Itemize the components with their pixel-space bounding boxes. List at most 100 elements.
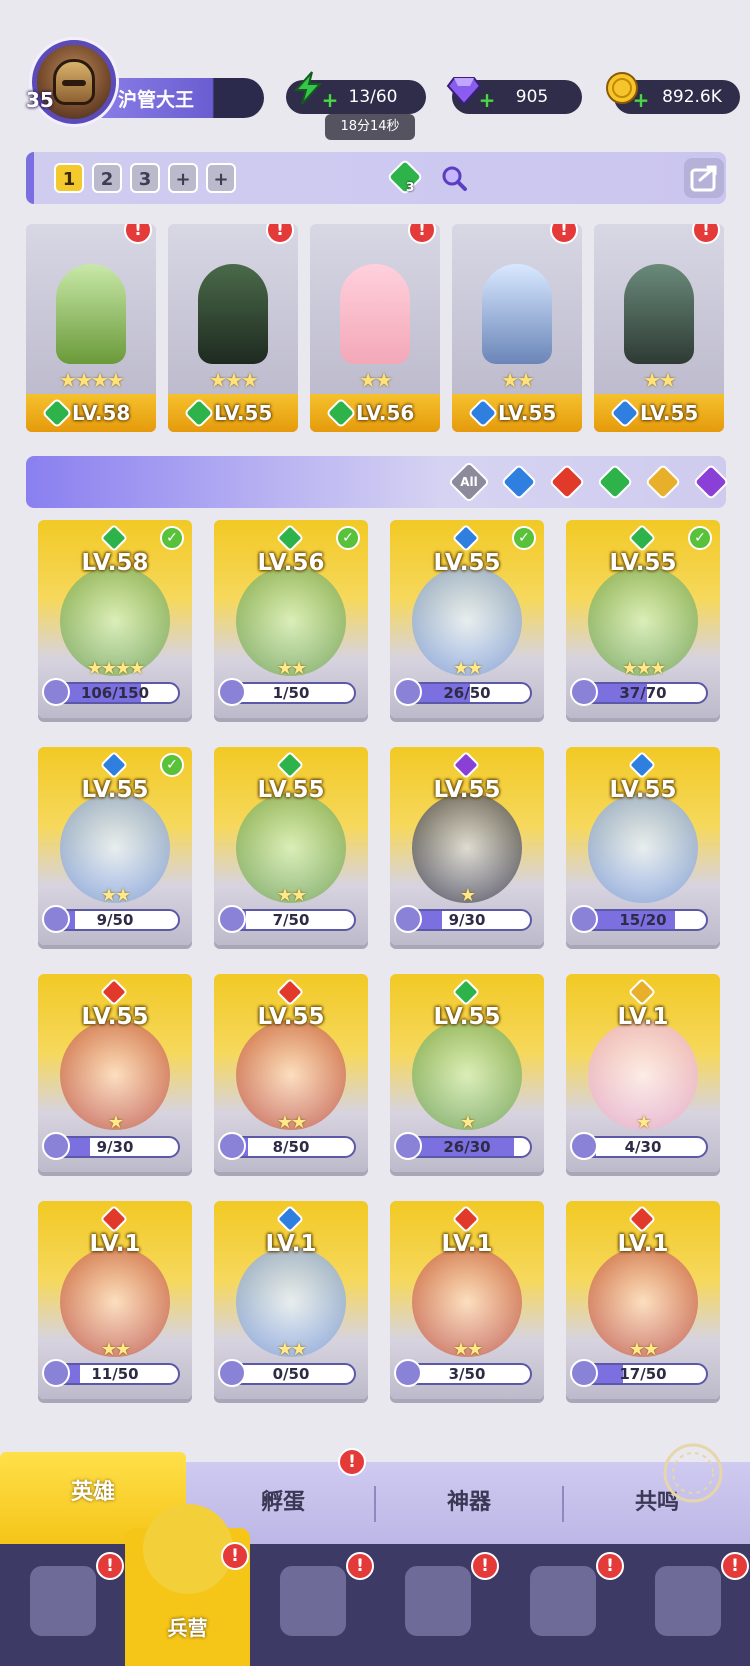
hero-card[interactable]: ✓ LV.55 ★★ 26/50 [390, 520, 544, 718]
element-filter-bar: All [26, 456, 730, 508]
filter-all-button[interactable]: All [447, 460, 491, 504]
hero-level: LV.55 [433, 777, 501, 803]
hero-level: LV.1 [265, 1231, 317, 1257]
element-blue-icon [99, 750, 129, 780]
team-tab-1[interactable]: 1 [54, 163, 84, 193]
hero-level: LV.1 [617, 1231, 669, 1257]
element-red-icon [99, 977, 129, 1007]
hero-level: LV.55 [433, 550, 501, 576]
hero-card[interactable]: LV.1 ★★ 11/50 [38, 1201, 192, 1399]
add-stamina-icon[interactable]: + [321, 90, 339, 110]
team-tab-3[interactable]: 3 [130, 163, 160, 193]
alert-badge: ! [692, 224, 720, 244]
hero-card[interactable]: ✓ LV.56 ★★ 1/50 [214, 520, 368, 718]
team-hero-card[interactable]: ★★ LV.56 ! [310, 224, 440, 432]
shard-progress-text: 106/150 [80, 684, 150, 702]
team-tab-2[interactable]: 2 [92, 163, 122, 193]
nav-guild[interactable]: ! [625, 1552, 750, 1662]
mushroom-icon [530, 1566, 596, 1636]
filter-water-icon[interactable] [500, 463, 538, 501]
guild-banner-icon [655, 1566, 721, 1636]
hero-shard-icon [394, 1132, 422, 1160]
element-gold-icon [627, 977, 657, 1007]
shard-progress-text: 26/50 [443, 684, 491, 702]
add-gems-icon[interactable]: + [478, 90, 496, 110]
tab-artifacts[interactable]: 神器 [376, 1462, 562, 1544]
hero-card[interactable]: LV.55 15/20 [566, 747, 720, 945]
hero-card[interactable]: LV.55 ★ 26/30 [390, 974, 544, 1172]
hero-level: LV.58 [81, 550, 149, 576]
team-element-icon [386, 158, 424, 196]
hero-card[interactable]: LV.1 ★★ 17/50 [566, 1201, 720, 1399]
alert-badge: ! [346, 1552, 374, 1580]
hero-level: LV.1 [617, 1004, 669, 1030]
shard-progress-text: 4/30 [624, 1138, 662, 1156]
rune-circle-icon[interactable] [660, 1440, 726, 1506]
hero-stars: ★ [107, 1112, 124, 1133]
nav-castle[interactable]: ! [375, 1552, 500, 1662]
hero-card[interactable]: ✓ LV.58 ★★★★ 106/150 [38, 520, 192, 718]
hero-stars: ★★ [276, 885, 307, 906]
hero-card[interactable]: ✓ LV.55 ★★★ 37/70 [566, 520, 720, 718]
magnifier-icon[interactable] [440, 164, 468, 192]
team-hero-card[interactable]: ★★ LV.55 ! [452, 224, 582, 432]
hero-card[interactable]: LV.55 ★ 9/30 [38, 974, 192, 1172]
element-red-icon [275, 977, 305, 1007]
add-team-button[interactable]: + [168, 163, 198, 193]
filter-all-label: All [460, 475, 478, 489]
element-green-icon [99, 523, 129, 553]
hero-card[interactable]: LV.1 ★★ 0/50 [214, 1201, 368, 1399]
element-green-icon [451, 977, 481, 1007]
alert-badge: ! [338, 1448, 366, 1476]
shard-progress-text: 8/50 [272, 1138, 310, 1156]
filter-light-icon[interactable] [644, 463, 682, 501]
team-hero-card[interactable]: ★★ LV.55 ! [594, 224, 724, 432]
element-blue-icon [627, 750, 657, 780]
add-team-button[interactable]: + [206, 163, 236, 193]
team-hero-card[interactable]: ★★★★ LV.58 ! [26, 224, 156, 432]
nav-cards[interactable]: ! [0, 1552, 125, 1662]
team-hero-card[interactable]: ★★★ LV.55 ! [168, 224, 298, 432]
player-name: 沪管大王 [118, 89, 195, 111]
hero-card[interactable]: LV.1 ★ 4/30 [566, 974, 720, 1172]
hero-shard-icon [42, 1359, 70, 1387]
hero-card[interactable]: LV.55 ★★ 8/50 [214, 974, 368, 1172]
shard-progress-text: 26/30 [443, 1138, 491, 1156]
nav-map[interactable]: ! [250, 1552, 375, 1662]
hero-card[interactable]: LV.1 ★★ 3/50 [390, 1201, 544, 1399]
nav-barracks[interactable]: 兵营 ! [125, 1504, 250, 1666]
hero-portrait [482, 264, 552, 364]
hero-shard-icon [218, 1132, 246, 1160]
hero-shard-icon [42, 1132, 70, 1160]
cards-icon [30, 1566, 96, 1636]
hero-shard-icon [394, 678, 422, 706]
alert-badge: ! [550, 224, 578, 244]
hero-level: LV.56 [257, 550, 325, 576]
alert-badge: ! [266, 224, 294, 244]
element-red-icon [99, 1204, 129, 1234]
hero-stars: ★ [459, 885, 476, 906]
filter-fire-icon[interactable] [548, 463, 586, 501]
hero-stars: ★★★ [209, 368, 259, 392]
filter-dark-icon[interactable] [692, 463, 730, 501]
hero-level: LV.55 [81, 777, 149, 803]
hero-stars: ★ [459, 1112, 476, 1133]
hero-card[interactable]: LV.55 ★ 9/30 [390, 747, 544, 945]
shard-progress-text: 17/50 [619, 1365, 667, 1383]
filter-wind-icon[interactable] [596, 463, 634, 501]
hero-card[interactable]: ✓ LV.55 ★★ 9/50 [38, 747, 192, 945]
hero-level: LV.55 [433, 1004, 501, 1030]
nav-mushroom[interactable]: ! [500, 1552, 625, 1662]
add-gold-icon[interactable]: + [632, 90, 650, 110]
element-purple-icon [451, 750, 481, 780]
element-blue-icon [451, 523, 481, 553]
hero-shard-icon [570, 1359, 598, 1387]
share-button[interactable] [684, 158, 724, 198]
hero-shard-icon [218, 1359, 246, 1387]
alert-badge: ! [471, 1552, 499, 1580]
alert-badge: ! [596, 1552, 624, 1580]
shard-progress-text: 9/50 [96, 911, 134, 929]
player-name-pill[interactable]: 沪管大王 [92, 78, 264, 118]
hero-stars: ★★ [359, 368, 393, 392]
hero-card[interactable]: LV.55 ★★ 7/50 [214, 747, 368, 945]
